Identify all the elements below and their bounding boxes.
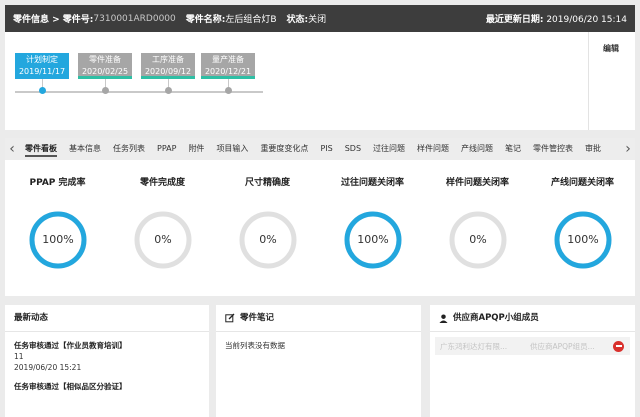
status-label: 状态: xyxy=(286,15,309,25)
tab-2[interactable]: 基本信息 xyxy=(63,138,107,160)
apqp-members-panel: 供应商APQP小组成员 广东鸿利达灯有限... 供应商APQP组员... xyxy=(430,305,635,417)
part-notes-title-text: 零件笔记 xyxy=(240,312,275,323)
tab-3[interactable]: 任务列表 xyxy=(107,138,151,160)
part-name: 左后组合灯B xyxy=(225,15,277,25)
milestone-dot xyxy=(225,87,232,94)
tab-5[interactable]: 附件 xyxy=(182,138,210,160)
metric-value: 100% xyxy=(567,233,599,246)
news-item-time: 2019/06/20 15:21 xyxy=(14,363,82,372)
apqp-members-title-text: 供应商APQP小组成员 xyxy=(453,312,539,323)
status-value: 关闭 xyxy=(308,15,327,25)
tab-10[interactable]: 过往问题 xyxy=(367,138,411,160)
metric-title: PPAP 完成率 xyxy=(29,178,86,188)
metric-4: 过往问题关闭率 100% xyxy=(320,160,425,296)
member-role: 供应商APQP组员... xyxy=(530,341,595,351)
part-header: 零件信息 > 零件号: 7310001ARD0000 零件名称: 左后组合灯B … xyxy=(5,5,635,32)
news-item-title[interactable]: 任务审核通过【相似品区分验证】 xyxy=(14,381,200,392)
metric-title: 样件问题关闭率 xyxy=(445,178,509,188)
notes-empty-message: 当前列表没有数据 xyxy=(225,341,285,350)
metric-value: 100% xyxy=(42,233,74,246)
metric-5: 样件问题关闭率 0% xyxy=(425,160,530,296)
metric-2: 零件完成度 0% xyxy=(110,160,215,296)
part-notes-panel: 零件笔记 当前列表没有数据 xyxy=(216,305,421,417)
tab-scroll-left-icon[interactable]: ‹ xyxy=(5,138,19,160)
part-info-label: 零件信息 > 零件号: xyxy=(13,15,94,25)
tab-6[interactable]: 项目输入 xyxy=(210,138,254,160)
metric-3: 尺寸精确度 0% xyxy=(215,160,320,296)
user-icon xyxy=(439,313,448,323)
part-number: 7310001ARD0000 xyxy=(93,13,176,24)
part-name-label: 零件名称: xyxy=(185,15,226,25)
milestone-timeline: 计划制定 2019/11/17 零件准备 2020/02/25 工序准备 2020/09/… xyxy=(5,32,635,130)
metric-title: 尺寸精确度 xyxy=(244,178,290,188)
milestone-dot xyxy=(102,87,109,94)
tab-13[interactable]: 笔记 xyxy=(499,138,527,160)
part-notes-title: 零件笔记 xyxy=(216,305,421,332)
news-item: 任务审核通过【相似品区分验证】 xyxy=(5,373,209,392)
tab-4[interactable]: PPAP xyxy=(151,138,182,160)
tab-7[interactable]: 重要度变化点 xyxy=(254,138,314,160)
apqp-members-title: 供应商APQP小组成员 xyxy=(430,305,635,332)
milestone-3[interactable]: 工序准备 2020/09/12 xyxy=(141,53,195,79)
metric-title: 零件完成度 xyxy=(139,178,185,188)
news-item-detail: 11 xyxy=(14,352,24,361)
milestone-4[interactable]: 量产准备 2020/12/21 xyxy=(201,53,255,79)
metrics-panel: PPAP 完成率 100% 零件完成度 0% 尺寸精确度 0% 过往问题关闭率 100% 样件问… xyxy=(5,160,635,296)
milestone-name: 量产准备 xyxy=(212,55,244,64)
latest-news-title: 最新动态 xyxy=(5,305,209,332)
updated-value: 2019/06/20 15:14 xyxy=(546,15,627,25)
tab-1[interactable]: 零件看板 xyxy=(19,138,63,160)
milestone-name: 零件准备 xyxy=(89,55,121,64)
edit-button[interactable]: 编辑 xyxy=(603,43,619,54)
news-item: 任务审核通过【作业员教育培训】 11 2019/06/20 15:21 xyxy=(5,332,209,373)
milestone-dot xyxy=(165,87,172,94)
latest-news-title-text: 最新动态 xyxy=(14,312,49,323)
milestone-date: 2020/12/21 xyxy=(204,67,252,76)
page: 零件信息 > 零件号: 7310001ARD0000 零件名称: 左后组合灯B … xyxy=(0,0,640,417)
remove-member-icon[interactable] xyxy=(613,340,624,352)
metric-1: PPAP 完成率 100% xyxy=(5,160,110,296)
tab-12[interactable]: 产线问题 xyxy=(455,138,499,160)
tab-15[interactable]: 审批 xyxy=(579,138,607,160)
member-company: 广东鸿利达灯有限... xyxy=(440,341,508,351)
milestone-1[interactable]: 计划制定 2019/11/17 xyxy=(15,53,69,79)
milestone-date: 2019/11/17 xyxy=(18,67,66,76)
updated-label: 最近更新日期: xyxy=(485,15,544,25)
tab-list: 零件看板 基本信息 任务列表 PPAP 附件 项目输入 重要度变化点 PIS SDS 过往问题 样件… xyxy=(19,138,621,160)
milestone-name: 计划制定 xyxy=(26,55,58,64)
tab-11[interactable]: 样件问题 xyxy=(411,138,455,160)
milestone-name: 工序准备 xyxy=(152,55,184,64)
news-item-title[interactable]: 任务审核通过【作业员教育培训】 xyxy=(14,340,200,351)
metric-value: 0% xyxy=(154,233,172,246)
metric-title: 过往问题关闭率 xyxy=(340,178,404,188)
edit-note-icon xyxy=(225,313,235,323)
metric-value: 0% xyxy=(259,233,277,246)
metric-6: 产线问题关闭率 100% xyxy=(530,160,635,296)
metric-value: 100% xyxy=(357,233,389,246)
latest-news-panel: 最新动态 任务审核通过【作业员教育培训】 11 2019/06/20 15:21 任务… xyxy=(5,305,209,417)
metric-value: 0% xyxy=(469,233,487,246)
tab-9[interactable]: SDS xyxy=(339,138,367,160)
milestone-date: 2020/09/12 xyxy=(144,67,192,76)
milestone-dot xyxy=(39,87,46,94)
member-row: 广东鸿利达灯有限... 供应商APQP组员... xyxy=(435,337,630,355)
timeline-divider xyxy=(588,32,589,130)
metric-title: 产线问题关闭率 xyxy=(550,178,614,188)
tab-8[interactable]: PIS xyxy=(314,138,338,160)
tab-bar: ‹ 零件看板 基本信息 任务列表 PPAP 附件 项目输入 重要度变化点 PIS SDS 过往问题… xyxy=(5,138,635,160)
tab-scroll-right-icon[interactable]: › xyxy=(621,138,635,160)
milestone-date: 2020/02/25 xyxy=(81,67,129,76)
tab-14[interactable]: 零件管控表 xyxy=(527,138,579,160)
milestone-2[interactable]: 零件准备 2020/02/25 xyxy=(78,53,132,79)
